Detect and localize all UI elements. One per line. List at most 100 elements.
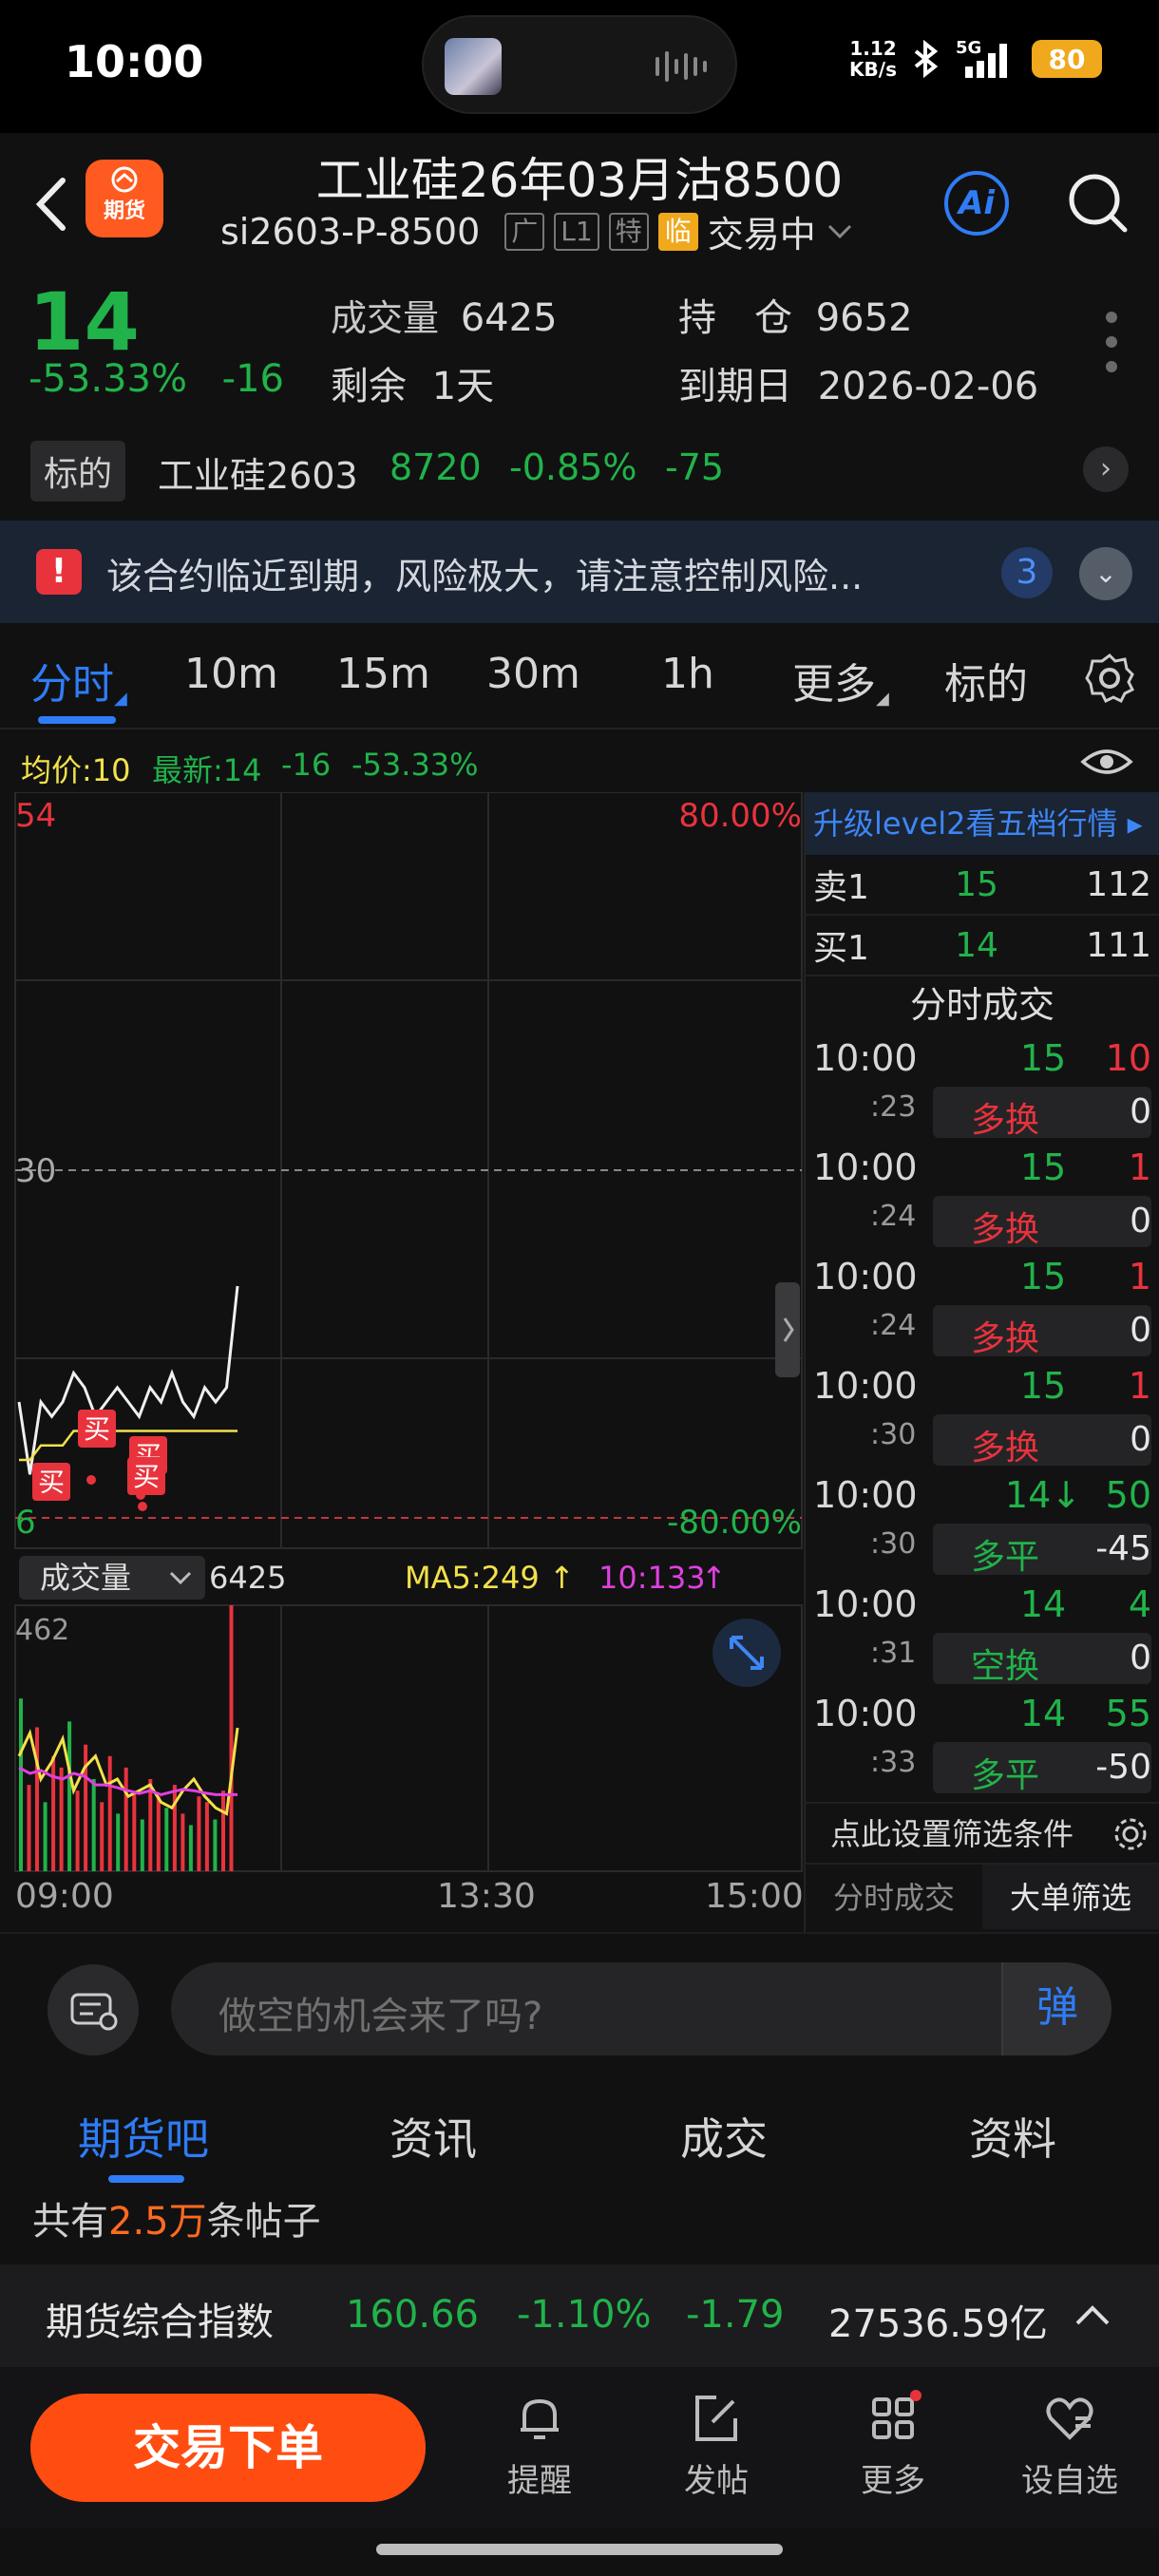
- post-count: 共有2.5万条帖子: [0, 2190, 1159, 2266]
- bid-label: 买1: [813, 929, 869, 968]
- more-icon[interactable]: [1106, 312, 1119, 386]
- ai-assistant-button[interactable]: Ai: [944, 171, 1009, 236]
- trade-order-button[interactable]: 交易下单: [30, 2394, 426, 2502]
- bottom-nav: 交易下单 提醒 发帖 更多 设自选: [0, 2367, 1159, 2529]
- battery-indicator: 80: [1032, 40, 1102, 78]
- buy-marker[interactable]: 买: [127, 1457, 165, 1511]
- eye-icon[interactable]: [1079, 745, 1134, 779]
- volume-stat: 成交量 6425: [331, 289, 558, 341]
- danmaku-button[interactable]: 弹: [1001, 1962, 1112, 2055]
- nav-watchlist[interactable]: 设自选: [1013, 2390, 1127, 2501]
- underlying-row[interactable]: 标的 工业硅2603 8720 -0.85% -75 ›: [0, 437, 1159, 503]
- ma5-up-icon: ↑: [549, 1560, 575, 1596]
- warning-icon: !: [36, 549, 82, 595]
- volume-bar: [100, 1802, 104, 1871]
- trade-oi-change: 0: [1130, 1092, 1151, 1131]
- nav-more[interactable]: 更多: [836, 2390, 950, 2501]
- tab-news[interactable]: 资讯: [390, 2105, 477, 2168]
- logo-emblem-icon: [111, 166, 138, 193]
- volume-bar: [172, 1785, 177, 1871]
- gear-icon: [1114, 1818, 1147, 1850]
- buy-marker-dot: [33, 1490, 43, 1500]
- comment-input[interactable]: 做空的机会来了吗? 弹: [171, 1962, 1112, 2055]
- tag-te: 特: [608, 212, 649, 251]
- tab-large-orders[interactable]: 大单筛选: [982, 1865, 1159, 1929]
- back-icon[interactable]: [23, 161, 80, 247]
- price-series: [17, 1285, 239, 1475]
- panel-toggle-handle[interactable]: [775, 1282, 800, 1377]
- ma10-up-icon: ↑: [701, 1560, 727, 1596]
- filter-settings[interactable]: 点此设置筛选条件: [806, 1802, 1159, 1863]
- trade-kind: 多平: [971, 1538, 1040, 1577]
- nav-post[interactable]: 发帖: [659, 2390, 773, 2501]
- volume-bar: [43, 1802, 48, 1871]
- tab-trades[interactable]: 分时成交: [806, 1865, 982, 1929]
- volume-bar: [51, 1755, 56, 1871]
- index-name: 期货综合指数: [46, 2301, 274, 2344]
- level2-upgrade-link[interactable]: 升级level2看五档行情 ▸: [806, 792, 1159, 855]
- ask-label: 卖1: [813, 868, 869, 907]
- trade-kind-cell: 多换 0: [933, 1305, 1151, 1358]
- tab-info[interactable]: 资料: [969, 2105, 1056, 2168]
- chevron-up-icon[interactable]: [1072, 2301, 1113, 2331]
- tab-forum[interactable]: 期货吧: [78, 2105, 209, 2168]
- tab-underlying[interactable]: 标的: [944, 650, 1028, 710]
- risk-banner[interactable]: ! 该合约临近到期，风险极大，请注意控制风险... 3 ⌄: [0, 521, 1159, 623]
- time-mid: 13:30: [437, 1877, 536, 1916]
- trade-row: 10:00:24 15 1 多换 0: [806, 1146, 1159, 1256]
- volume-bar: [67, 1721, 72, 1871]
- active-tab-indicator: [108, 2175, 184, 2183]
- avg-price-line: [19, 1430, 238, 1462]
- tab-30m[interactable]: 30m: [486, 650, 580, 698]
- volume-bar: [107, 1755, 112, 1871]
- chevron-right-icon[interactable]: ›: [1083, 446, 1129, 492]
- trade-time: 10:00: [813, 1474, 918, 1516]
- status-indicators: 1.12 KB/s 5G 80: [849, 38, 1102, 80]
- contract-subtitle[interactable]: si2603-P-8500 广 L1 特 临 交易中: [220, 205, 854, 257]
- buy-marker-dot: [138, 1502, 147, 1511]
- trade-price: 14↓: [1004, 1474, 1082, 1516]
- buy-marker[interactable]: 买: [32, 1463, 70, 1501]
- tab-15m[interactable]: 15m: [336, 650, 430, 698]
- trade-seconds: :30: [870, 1527, 917, 1561]
- expiry-label: 到期日: [678, 365, 792, 408]
- expiry-value: 2026-02-06: [817, 365, 1039, 408]
- oi-label: 持 仓: [678, 296, 792, 340]
- latest-change: -16: [281, 747, 332, 783]
- tab-intraday[interactable]: 分时◢: [30, 650, 127, 710]
- trade-row: 10:00:33 14 55 多平 -50: [806, 1693, 1159, 1802]
- tab-more[interactable]: 更多◢: [792, 650, 889, 710]
- nav-alert[interactable]: 提醒: [483, 2390, 597, 2501]
- bid-price: 14: [955, 925, 998, 965]
- trade-price: 15: [1019, 1146, 1067, 1188]
- search-icon[interactable]: [1064, 169, 1130, 236]
- chevron-down-icon[interactable]: ⌄: [1079, 547, 1132, 600]
- bid-row: 买1 14 111: [806, 916, 1159, 976]
- vol-max-label: 462: [15, 1614, 69, 1647]
- home-indicator[interactable]: [376, 2544, 783, 2555]
- y-max-label: 54: [15, 797, 56, 835]
- trade-volume: 4: [1128, 1583, 1151, 1625]
- tab-trades-list[interactable]: 成交: [680, 2105, 768, 2168]
- tag-l1: L1: [554, 212, 599, 251]
- tab-intraday-label: 分时: [30, 660, 114, 709]
- index-ticker[interactable]: 期货综合指数 160.66 -1.10% -1.79 27536.59亿: [0, 2264, 1159, 2367]
- volume-bar: [116, 1813, 121, 1871]
- trading-state: 交易中: [707, 214, 816, 256]
- chevron-down-icon: [827, 224, 851, 238]
- gear-icon[interactable]: [1083, 652, 1136, 705]
- dynamic-island[interactable]: [422, 15, 737, 114]
- trade-volume: 10: [1105, 1037, 1151, 1079]
- tab-1h[interactable]: 1h: [661, 650, 714, 698]
- posts-count: 2.5万: [108, 2200, 207, 2244]
- intraday-chart[interactable]: 54 80.00% 30 6 -80.00% 买买买买 成交量 6425 MA5…: [0, 791, 804, 1932]
- tab-10m[interactable]: 10m: [184, 650, 278, 698]
- time-end: 15:00: [705, 1877, 804, 1916]
- latest-pct: -53.33%: [352, 747, 479, 783]
- volume-total: 6425: [209, 1560, 286, 1596]
- signal-5g-icon: 5G: [956, 38, 1007, 78]
- danmaku-toggle-icon[interactable]: [48, 1964, 139, 2055]
- buy-marker[interactable]: 买: [78, 1410, 116, 1485]
- index-amount: 27536.59亿: [828, 2302, 1048, 2346]
- expand-icon[interactable]: [712, 1619, 781, 1687]
